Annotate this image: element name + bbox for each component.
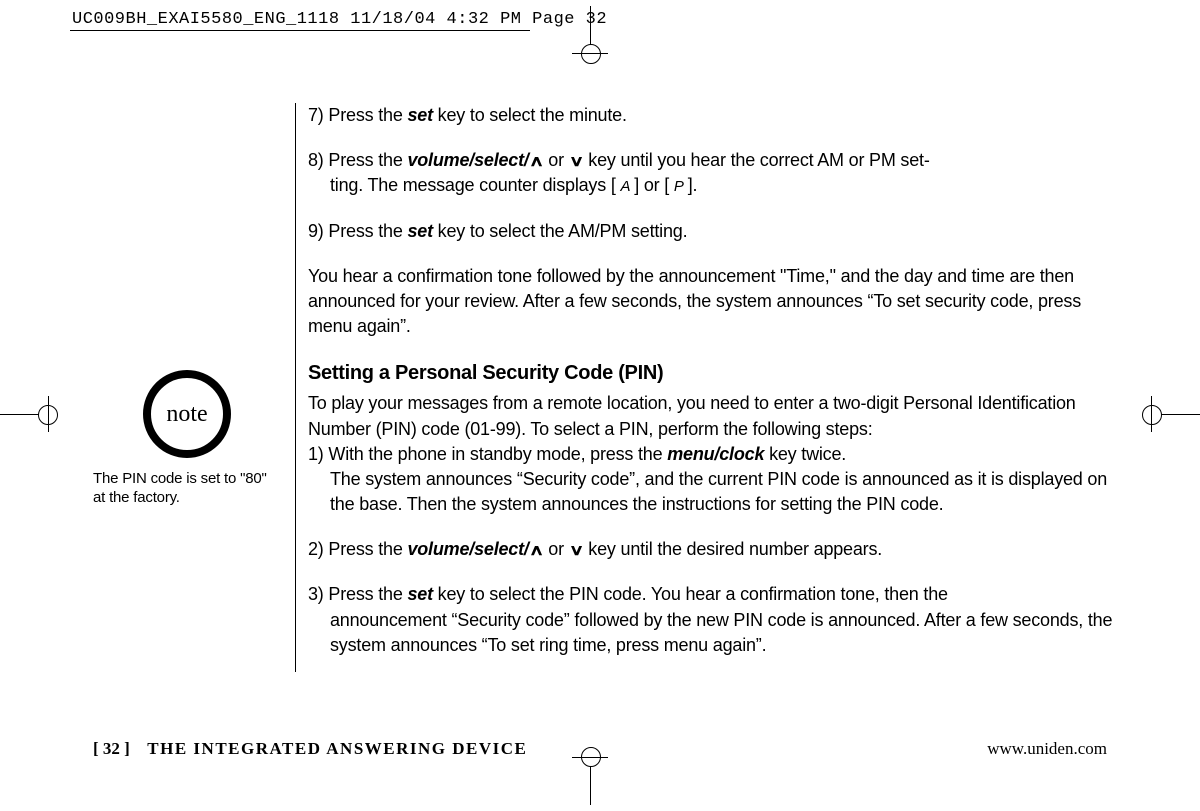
key-set: set [407, 584, 432, 604]
step9-text-a: 9) Press the [308, 221, 407, 241]
crop-mark-top-cross [572, 53, 608, 54]
step8-indent-a: ting. The message counter displays [ [330, 175, 620, 195]
crop-mark-bottom-cross [572, 757, 608, 758]
pin1-indent: The system announces “Security code”, an… [308, 467, 1118, 517]
lcd-p-icon: P [674, 178, 683, 195]
crop-mark-left-cross [48, 396, 49, 432]
footer-section-title: THE INTEGRATED ANSWERING DEVICE [147, 739, 527, 758]
pin1-text-b: key twice. [764, 444, 846, 464]
up-arrow-icon: ∧ [529, 540, 544, 561]
pin2-text-b: or [544, 539, 569, 559]
crop-mark-right-cross [1151, 396, 1152, 432]
manual-page: UC009BH_EXAI5580_ENG_1118 11/18/04 4:32 … [0, 0, 1200, 811]
pin2-text-a: 2) Press the [308, 539, 407, 559]
slug-underline [70, 30, 530, 31]
pin-step-1: 1) With the phone in standby mode, press… [308, 442, 1118, 518]
confirmation-paragraph: You hear a confirmation tone followed by… [308, 264, 1118, 340]
pin-step-3: 3) Press the set key to select the PIN c… [308, 582, 1118, 658]
step8-indent-c: ]. [683, 175, 697, 195]
step7-text-a: 7) Press the [308, 105, 407, 125]
pin-intro: To play your messages from a remote loca… [308, 391, 1118, 441]
pin3-text-b: key to select the PIN code. You hear a c… [433, 584, 948, 604]
key-set: set [407, 105, 432, 125]
pin2-text-c: key until the desired number appears. [584, 539, 883, 559]
step8-text-a: 8) Press the [308, 150, 407, 170]
pin-step-2: 2) Press the volume/select/∧ or ∨ key un… [308, 537, 1118, 562]
crop-mark-left-icon [0, 414, 40, 415]
print-slug: UC009BH_EXAI5580_ENG_1118 11/18/04 4:32 … [72, 10, 607, 29]
key-volume-select: volume/select/ [407, 539, 528, 559]
key-menu-clock: menu/clock [667, 444, 764, 464]
step8-indent: ting. The message counter displays [ A ]… [308, 173, 1118, 198]
note-text: The PIN code is set to "80" at the facto… [93, 470, 278, 508]
pin1-text-a: 1) With the phone in standby mode, press… [308, 444, 667, 464]
crop-mark-right-icon [1160, 414, 1200, 415]
step8-indent-b: ] or [ [629, 175, 673, 195]
page-number: [ 32 ] [93, 739, 130, 758]
up-arrow-icon: ∧ [529, 151, 544, 172]
sidebar-note: note The PIN code is set to "80" at the … [93, 370, 278, 508]
heading-pin: Setting a Personal Security Code (PIN) [308, 359, 1118, 387]
footer-left: [ 32 ] THE INTEGRATED ANSWERING DEVICE [93, 739, 527, 759]
crop-mark-top-icon [590, 6, 591, 46]
step8-text-c: key until you hear the correct AM or PM … [584, 150, 930, 170]
down-arrow-icon: ∨ [569, 540, 584, 561]
key-set: set [407, 221, 432, 241]
pin3-text-a: 3) Press the [308, 584, 407, 604]
down-arrow-icon: ∨ [569, 151, 584, 172]
pin3-indent: announcement “Security code” followed by… [308, 608, 1118, 658]
note-icon-label: note [166, 401, 207, 428]
note-icon: note [143, 370, 231, 458]
step9-text-b: key to select the AM/PM setting. [433, 221, 688, 241]
key-volume-select: volume/select/ [407, 150, 528, 170]
crop-mark-bottom-icon [590, 765, 591, 805]
main-content: 7) Press the set key to select the minut… [295, 103, 1118, 672]
step7-text-b: key to select the minute. [433, 105, 627, 125]
step-9: 9) Press the set key to select the AM/PM… [308, 219, 1118, 244]
step-7: 7) Press the set key to select the minut… [308, 103, 1118, 128]
step8-text-b: or [544, 150, 569, 170]
footer-url: www.uniden.com [987, 739, 1107, 759]
step-8: 8) Press the volume/select/∧ or ∨ key un… [308, 148, 1118, 198]
